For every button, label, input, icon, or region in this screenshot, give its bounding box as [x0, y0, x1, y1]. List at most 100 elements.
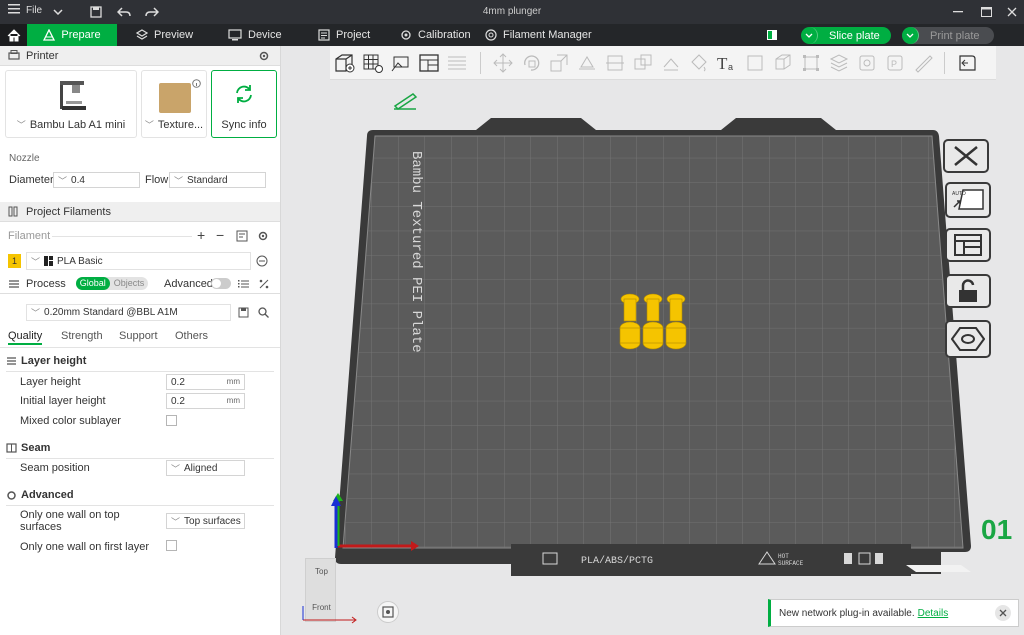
filament-index-badge[interactable]: 1 — [8, 254, 21, 268]
bounding-box-button[interactable] — [799, 51, 823, 75]
global-option[interactable]: Global — [75, 277, 110, 290]
plate-arrange-icon[interactable] — [844, 553, 852, 564]
return-to-plate-button[interactable] — [954, 51, 978, 75]
seam-paint-button[interactable] — [855, 51, 879, 75]
chevron-down-icon[interactable] — [902, 27, 919, 44]
assemble-button[interactable] — [771, 51, 795, 75]
text-button[interactable]: Ta — [715, 51, 739, 75]
tab-project[interactable]: Project — [318, 24, 370, 46]
global-objects-toggle[interactable]: Global Objects — [75, 277, 149, 290]
lock-plate-button[interactable] — [945, 274, 991, 308]
process-preset-select[interactable]: ﹀ 0.20mm Standard @BBL A1M — [26, 304, 231, 321]
minimize-icon[interactable] — [950, 4, 966, 20]
search-icon[interactable] — [258, 307, 269, 318]
surface-label: SURFACE — [778, 560, 804, 567]
tab-support[interactable]: Support — [119, 330, 158, 342]
maximize-icon[interactable] — [978, 4, 994, 20]
sync-info-button[interactable]: Sync info — [211, 70, 277, 138]
fuzzy-skin-button[interactable]: P — [883, 51, 907, 75]
add-plate-button[interactable] — [361, 51, 385, 75]
tab-quality[interactable]: Quality — [8, 330, 43, 345]
diameter-select[interactable]: ﹀ 0.4 — [53, 172, 140, 188]
toast-details-link[interactable]: Details — [918, 608, 949, 619]
initial-layer-height-input[interactable]: 0.2 mm — [166, 393, 245, 409]
tab-preview[interactable]: Preview — [136, 24, 193, 46]
arrange-button[interactable] — [417, 51, 441, 75]
hot-label: HOT — [778, 553, 789, 560]
percent-icon[interactable] — [259, 279, 269, 289]
objects-option[interactable]: Objects — [110, 277, 149, 290]
rotate-button[interactable] — [519, 51, 543, 75]
plate-selector[interactable]: ﹀ Texture... — [141, 70, 207, 138]
orient-button[interactable] — [389, 51, 413, 75]
tab-device[interactable]: Device — [228, 24, 282, 46]
boolean-button[interactable] — [631, 51, 655, 75]
chevron-down-icon[interactable] — [801, 27, 818, 44]
close-icon — [999, 609, 1007, 617]
mixed-color-sublayer-checkbox[interactable] — [166, 415, 177, 426]
divider — [6, 458, 274, 459]
tab-calibration[interactable]: Calibration — [400, 24, 471, 46]
print-plate-button[interactable]: Print plate — [902, 27, 994, 44]
edit-filament-icon[interactable] — [256, 255, 268, 267]
auto-arrange-button[interactable]: AUTO — [945, 182, 991, 218]
gear-icon[interactable] — [258, 50, 270, 62]
remove-plate-button[interactable] — [943, 139, 989, 173]
remove-filament-button[interactable]: − — [216, 227, 224, 243]
slice-plate-button[interactable]: Slice plate — [801, 27, 891, 44]
plate-view-button[interactable] — [766, 24, 778, 46]
project-icon — [318, 29, 330, 41]
support-paint-button[interactable] — [659, 51, 683, 75]
tab-filament-manager[interactable]: Filament Manager — [485, 24, 592, 46]
gear-icon[interactable] — [257, 230, 269, 242]
advanced-gear-icon — [7, 490, 16, 500]
ruler-button[interactable] — [911, 51, 935, 75]
initial-layer-height-unit: mm — [226, 396, 240, 405]
rotate-icon — [524, 55, 540, 71]
layers-view-button[interactable] — [827, 51, 851, 75]
list-icon[interactable] — [238, 279, 250, 289]
measure-button[interactable] — [743, 51, 767, 75]
save-preset-icon[interactable] — [238, 307, 249, 318]
hexagon-icon — [951, 327, 985, 351]
printer-selector[interactable]: ﹀ Bambu Lab A1 mini — [5, 70, 137, 138]
seam-position-select[interactable]: ﹀ Aligned — [166, 460, 245, 476]
one-wall-top-select[interactable]: ﹀ Top surfaces — [166, 513, 245, 529]
info-icon[interactable] — [192, 79, 201, 88]
camera-view-button[interactable] — [377, 601, 399, 623]
build-plate[interactable]: Bambu Textured PEI Plate PLA/ABS/PCTG HO… — [281, 46, 1024, 635]
toast-close-button[interactable] — [995, 605, 1011, 621]
advanced-toggle[interactable] — [211, 278, 231, 289]
orient-icon — [391, 56, 409, 72]
tab-device-label: Device — [248, 29, 282, 41]
tab-others[interactable]: Others — [175, 330, 208, 342]
3d-viewport[interactable]: Bambu Textured PEI Plate PLA/ABS/PCTG HO… — [281, 46, 1024, 635]
seam-paint-icon — [859, 55, 875, 71]
filament-select[interactable]: ﹀ PLA Basic — [26, 252, 251, 270]
split-button[interactable] — [445, 51, 469, 75]
cut-button[interactable] — [603, 51, 627, 75]
tab-prepare[interactable]: Prepare — [27, 24, 117, 46]
scale-button[interactable] — [547, 51, 571, 75]
color-paint-button[interactable] — [687, 51, 711, 75]
plate-delete-icon[interactable] — [875, 553, 883, 564]
layer-height-input[interactable]: 0.2 mm — [166, 374, 245, 390]
plate-settings-button[interactable] — [945, 320, 991, 358]
move-icon — [493, 53, 513, 73]
edit-plate-icon[interactable] — [393, 93, 418, 110]
home-button[interactable] — [0, 24, 27, 46]
filament-settings-icon[interactable] — [236, 230, 248, 242]
lay-on-face-button[interactable] — [575, 51, 599, 75]
add-filament-button[interactable]: + — [197, 227, 205, 243]
plate-layout-button[interactable] — [945, 228, 991, 262]
add-object-button[interactable] — [333, 51, 357, 75]
plate-footer-label: PLA/ABS/PCTG — [581, 555, 653, 567]
svg-text:P: P — [891, 59, 897, 69]
flow-select[interactable]: ﹀ Standard — [169, 172, 266, 188]
close-icon[interactable] — [1004, 4, 1020, 20]
view-top-label[interactable]: Top — [306, 567, 337, 576]
move-button[interactable] — [491, 51, 515, 75]
one-wall-first-layer-checkbox[interactable] — [166, 540, 177, 551]
auto-arrange-icon: AUTO — [952, 189, 984, 210]
tab-strength[interactable]: Strength — [61, 330, 103, 342]
